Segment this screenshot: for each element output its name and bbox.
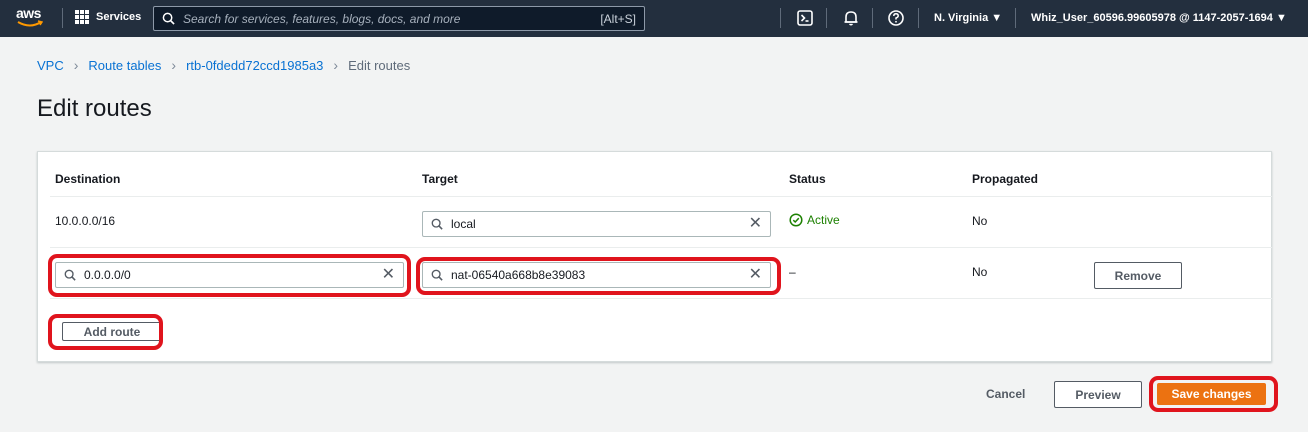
region-selector[interactable]: N. Virginia ▼: [934, 12, 1002, 24]
destination-field[interactable]: 0.0.0.0/0 ✕: [55, 262, 404, 288]
clear-icon[interactable]: ✕: [749, 216, 762, 232]
destination-value: 0.0.0.0/0: [84, 268, 131, 282]
propagated-cell: No: [972, 214, 988, 228]
status-badge: Active: [789, 213, 840, 227]
remove-route-button[interactable]: Remove: [1094, 262, 1182, 289]
target-value: nat-06540a668b8e39083: [451, 268, 586, 282]
table-divider: [50, 247, 1272, 248]
cancel-button[interactable]: Cancel: [986, 387, 1025, 401]
chevron-right-icon: ›: [73, 57, 79, 73]
breadcrumb-route-table-id[interactable]: rtb-0fdedd72ccd1985a3: [186, 58, 323, 73]
column-header-propagated: Propagated: [972, 172, 1039, 186]
nav-divider: [62, 8, 63, 28]
services-menu-button[interactable]: Services: [75, 10, 141, 24]
nav-divider: [918, 8, 919, 28]
cloudshell-icon[interactable]: [796, 9, 814, 27]
column-header-status: Status: [789, 172, 826, 186]
status-text: Active: [807, 213, 840, 227]
top-navigation: aws Services [Alt+S] N. Vir: [0, 0, 1308, 37]
search-input[interactable]: [183, 11, 601, 26]
page-title: Edit routes: [37, 95, 152, 122]
column-header-target: Target: [422, 172, 458, 186]
save-changes-button[interactable]: Save changes: [1157, 383, 1266, 405]
chevron-right-icon: ›: [333, 57, 339, 73]
breadcrumb-current: Edit routes: [348, 57, 411, 73]
nav-divider: [872, 8, 873, 28]
search-icon: [162, 12, 175, 25]
preview-button[interactable]: Preview: [1054, 381, 1142, 408]
table-divider: [50, 298, 1272, 299]
check-circle-icon: [789, 213, 803, 227]
status-cell: –: [789, 265, 796, 279]
search-shortcut-hint: [Alt+S]: [600, 11, 636, 26]
add-route-button[interactable]: Add route: [62, 322, 162, 341]
table-divider: [50, 196, 1272, 197]
nav-divider: [826, 8, 827, 28]
search-icon: [64, 269, 76, 281]
destination-cell: 10.0.0.0/16: [55, 214, 116, 228]
breadcrumb-vpc[interactable]: VPC: [37, 58, 64, 73]
account-menu[interactable]: Whiz_User_60596.99605978 @ 1147-2057-169…: [1031, 12, 1287, 24]
aws-logo[interactable]: aws: [16, 6, 46, 30]
services-grid-icon: [75, 10, 89, 24]
target-value: local: [451, 217, 476, 231]
chevron-right-icon: ›: [171, 57, 177, 73]
search-icon: [431, 269, 443, 281]
help-icon[interactable]: [887, 9, 905, 27]
target-field[interactable]: local ✕: [422, 211, 771, 237]
clear-icon[interactable]: ✕: [749, 267, 762, 283]
breadcrumb: VPC › Route tables › rtb-0fdedd72ccd1985…: [37, 57, 410, 73]
nav-divider: [1015, 8, 1016, 28]
search-icon: [431, 218, 443, 230]
global-search[interactable]: [Alt+S]: [153, 6, 645, 31]
notifications-bell-icon[interactable]: [842, 9, 860, 27]
aws-smile-icon: [17, 20, 43, 27]
services-label: Services: [96, 11, 142, 23]
routes-panel: Destination Target Status Propagated 10.…: [37, 151, 1272, 362]
breadcrumb-route-tables[interactable]: Route tables: [88, 58, 161, 73]
clear-icon[interactable]: ✕: [382, 267, 395, 283]
nav-divider: [780, 8, 781, 28]
target-field[interactable]: nat-06540a668b8e39083 ✕: [422, 262, 771, 288]
propagated-cell: No: [972, 265, 988, 279]
aws-logo-text: aws: [16, 5, 41, 21]
column-header-destination: Destination: [55, 172, 121, 186]
